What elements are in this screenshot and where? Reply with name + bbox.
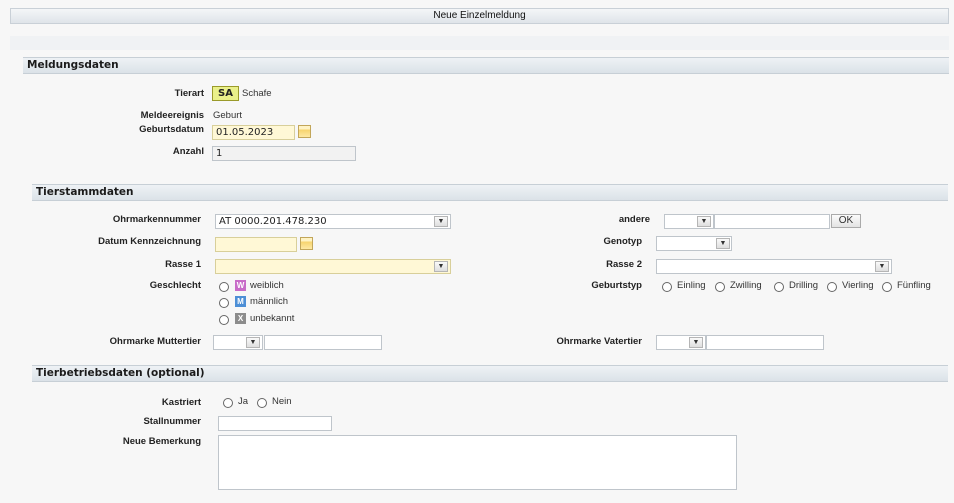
section-header-tierbetriebsdaten: Tierbetriebsdaten (optional)	[32, 365, 948, 382]
section-header-meldungsdaten: Meldungsdaten	[23, 57, 949, 74]
rasse1-select[interactable]	[215, 259, 451, 274]
chevron-down-icon[interactable]: ▼	[716, 238, 730, 249]
geburtstyp-radio-fuenfling[interactable]	[882, 282, 892, 292]
muttertier-nummer-input[interactable]	[264, 335, 382, 350]
geburtstyp-label-einling: Einling	[677, 280, 706, 291]
genotyp-label: Genotyp	[603, 236, 642, 247]
geburtstyp-radio-einling[interactable]	[662, 282, 672, 292]
geschlecht-label-maennlich: männlich	[250, 296, 289, 307]
ohrmarke-muttertier-label: Ohrmarke Muttertier	[109, 336, 201, 347]
geburtstyp-radio-vierling[interactable]	[827, 282, 837, 292]
ohrmarke-vatertier-label: Ohrmarke Vatertier	[556, 336, 642, 347]
anzahl-input[interactable]: 1	[212, 146, 356, 161]
kastriert-label-nein: Nein	[272, 396, 292, 407]
geburtstyp-radio-drilling[interactable]	[774, 282, 784, 292]
meldeereignis-label: Meldeereignis	[140, 110, 204, 121]
ohrmarkennummer-label: Ohrmarkennummer	[112, 214, 201, 225]
chevron-down-icon[interactable]: ▼	[246, 337, 260, 348]
bemerkung-label: Neue Bemerkung	[122, 436, 201, 447]
chevron-down-icon[interactable]: ▼	[434, 261, 448, 272]
kastriert-radio-nein[interactable]	[257, 398, 267, 408]
unknown-icon: X	[235, 313, 246, 324]
meldeereignis-value: Geburt	[213, 110, 243, 121]
geschlecht-label-unbekannt: unbekannt	[250, 313, 295, 324]
geburtstyp-label: Geburtstyp	[591, 280, 642, 291]
calendar-icon[interactable]	[300, 237, 313, 250]
tierart-label: Tierart	[174, 88, 204, 99]
section-header-tierstammdaten: Tierstammdaten	[32, 184, 948, 201]
geschlecht-label: Geschlecht	[149, 280, 201, 291]
tierart-name: Schafe	[242, 88, 272, 99]
calendar-icon[interactable]	[298, 125, 311, 138]
anzahl-label: Anzahl	[172, 146, 204, 157]
kastriert-label-ja: Ja	[238, 396, 249, 407]
geburtstyp-label-zwilling: Zwilling	[730, 280, 762, 291]
vatertier-nummer-input[interactable]	[706, 335, 824, 350]
toolbar-strip	[10, 36, 949, 50]
geburtstyp-label-vierling: Vierling	[842, 280, 874, 291]
kastriert-radio-ja[interactable]	[223, 398, 233, 408]
rasse2-select[interactable]	[656, 259, 892, 274]
geburtstyp-label-drilling: Drilling	[789, 280, 819, 291]
chevron-down-icon[interactable]: ▼	[689, 337, 703, 348]
ok-button[interactable]: OK	[831, 214, 861, 228]
stallnummer-input[interactable]	[218, 416, 332, 431]
female-icon: W	[235, 280, 246, 291]
ohrmarkennummer-value: AT 0000.201.478.230	[219, 216, 327, 227]
chevron-down-icon[interactable]: ▼	[875, 261, 889, 272]
geschlecht-label-weiblich: weiblich	[250, 280, 284, 291]
geburtstyp-radio-zwilling[interactable]	[715, 282, 725, 292]
rasse1-label: Rasse 1	[165, 259, 201, 270]
tierart-badge: SA	[212, 86, 239, 101]
ohrmarkennummer-select[interactable]: AT 0000.201.478.230	[215, 214, 451, 229]
bemerkung-textarea[interactable]	[218, 435, 737, 490]
geschlecht-radio-unbekannt[interactable]	[219, 315, 229, 325]
geburtstyp-label-fuenfling: Fünfling	[897, 280, 931, 291]
geburtsdatum-label: Geburtsdatum	[139, 124, 204, 135]
geburtsdatum-input[interactable]: 01.05.2023	[212, 125, 295, 140]
window-title: Neue Einzelmeldung	[10, 8, 949, 24]
stallnummer-label: Stallnummer	[143, 416, 201, 427]
male-icon: M	[235, 296, 246, 307]
datum-kennzeichnung-label: Datum Kennzeichnung	[98, 236, 201, 247]
rasse2-label: Rasse 2	[606, 259, 642, 270]
andere-nummer-input[interactable]	[714, 214, 830, 229]
geschlecht-radio-maennlich[interactable]	[219, 298, 229, 308]
chevron-down-icon[interactable]: ▼	[697, 216, 711, 227]
andere-label: andere	[618, 214, 650, 225]
kastriert-label: Kastriert	[161, 397, 201, 408]
datum-kennzeichnung-input[interactable]	[215, 237, 297, 252]
chevron-down-icon[interactable]: ▼	[434, 216, 448, 227]
geschlecht-radio-weiblich[interactable]	[219, 282, 229, 292]
